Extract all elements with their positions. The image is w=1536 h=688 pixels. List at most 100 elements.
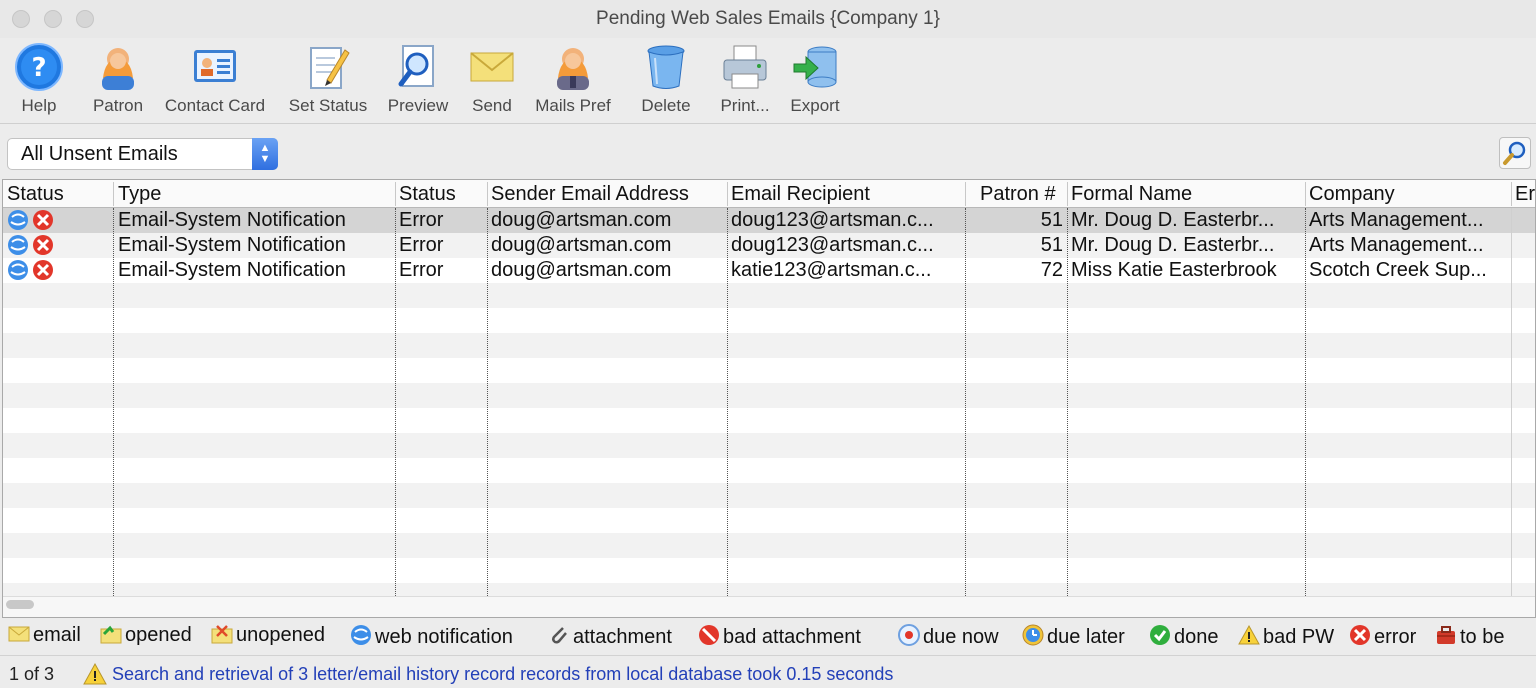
row-recipient: katie123@artsman.c... (731, 259, 932, 281)
help-label: Help (21, 96, 57, 115)
email-filter-select[interactable]: All Unsent Emails ▲ ▼ (7, 138, 278, 170)
export-label: Export (790, 96, 840, 115)
column-header-overflow[interactable]: Er (1515, 183, 1535, 206)
row-status: Error (399, 234, 444, 256)
legend-web-notification: web notification (350, 624, 513, 649)
send-button[interactable]: Send (466, 42, 518, 116)
preview-button[interactable]: Preview (385, 42, 451, 116)
toolbar: ? Help Patron Contact Card Set Status Pr… (0, 38, 1536, 124)
row-type: Email-System Notification (118, 209, 346, 231)
row-company: Arts Management... (1309, 209, 1484, 231)
export-icon (790, 42, 840, 92)
unopened-envelope-icon (211, 624, 233, 644)
column-header-status[interactable]: Status (399, 183, 456, 206)
legend-unopened: unopened (211, 624, 325, 647)
status-message: Search and retrieval of 3 letter/email h… (112, 664, 894, 684)
email-table[interactable]: Status Type Status Sender Email Address … (2, 179, 1536, 618)
magnifier-icon (1503, 141, 1526, 165)
warning-icon (83, 662, 107, 688)
print-label: Print... (720, 96, 770, 115)
table-header: Status Type Status Sender Email Address … (3, 180, 1535, 208)
row-recipient: doug123@artsman.c... (731, 209, 934, 231)
column-header-sender[interactable]: Sender Email Address (491, 183, 689, 206)
legend-to-be: to be (1435, 624, 1504, 649)
patron-button[interactable]: Patron (89, 42, 147, 116)
row-status-icons (7, 259, 59, 287)
svg-text:?: ? (31, 53, 46, 83)
empty-row (3, 533, 1535, 558)
patron-label: Patron (92, 96, 144, 115)
legend-attachment: attachment (548, 624, 672, 649)
row-status: Error (399, 259, 444, 281)
legend-opened: opened (100, 624, 192, 647)
help-button[interactable]: ? Help (12, 42, 66, 116)
clock-icon (1022, 624, 1044, 646)
globe-icon (350, 624, 371, 645)
set-status-button[interactable]: Set Status (284, 42, 372, 116)
preview-label: Preview (387, 96, 449, 115)
patron-icon (93, 42, 143, 92)
email-filter-value: All Unsent Emails (21, 143, 178, 165)
paperclip-icon (548, 624, 568, 644)
table-row[interactable]: Email-System Notification Error doug@art… (3, 208, 1535, 233)
table-row[interactable]: Email-System Notification Error doug@art… (3, 258, 1535, 283)
print-button[interactable]: Print... (716, 42, 774, 116)
row-formal-name: Mr. Doug D. Easterbr... (1071, 209, 1275, 231)
contact-card-button[interactable]: Contact Card (159, 42, 271, 116)
row-formal-name: Mr. Doug D. Easterbr... (1071, 234, 1275, 256)
export-button[interactable]: Export (786, 42, 844, 116)
legend-bar: email opened unopened web notification a… (0, 619, 1536, 653)
send-label: Send (472, 96, 512, 115)
column-header-company[interactable]: Company (1309, 183, 1395, 206)
row-patron-number: 72 (1040, 259, 1063, 281)
empty-row (3, 383, 1535, 408)
delete-label: Delete (641, 96, 691, 115)
set-status-label: Set Status (288, 96, 368, 115)
column-header-recipient[interactable]: Email Recipient (731, 183, 870, 206)
legend-due-now: due now (898, 624, 999, 649)
row-formal-name: Miss Katie Easterbrook (1071, 259, 1277, 281)
mails-pref-icon (548, 42, 598, 92)
row-sender: doug@artsman.com (491, 259, 672, 281)
legend-done: done (1149, 624, 1219, 649)
set-status-icon (303, 42, 353, 92)
window-title: Pending Web Sales Emails {Company 1} (596, 8, 940, 29)
send-icon (467, 42, 517, 92)
mails-pref-button[interactable]: Mails Pref (529, 42, 617, 116)
column-header-patron-number[interactable]: Patron # (980, 183, 1056, 206)
empty-row (3, 433, 1535, 458)
due-now-icon (898, 624, 920, 646)
error-icon (1349, 624, 1370, 645)
column-header-formal-name[interactable]: Formal Name (1071, 183, 1192, 206)
record-count: 1 of 3 (9, 664, 55, 684)
toolbox-icon (1435, 624, 1455, 644)
mails-pref-label: Mails Pref (535, 96, 611, 115)
row-patron-number: 51 (1040, 234, 1063, 256)
status-bar: 1 of 3 Search and retrieval of 3 letter/… (0, 655, 1536, 688)
empty-row (3, 333, 1535, 358)
contact-card-label: Contact Card (164, 96, 266, 115)
column-header-type[interactable]: Type (118, 183, 161, 206)
trash-icon (641, 42, 691, 92)
table-row[interactable]: Email-System Notification Error doug@art… (3, 233, 1535, 258)
row-status: Error (399, 209, 444, 231)
row-patron-number: 51 (1040, 209, 1063, 231)
delete-button[interactable]: Delete (637, 42, 695, 116)
warning-icon (1238, 624, 1260, 645)
legend-bad-attachment: bad attachment (698, 624, 861, 649)
printer-icon (720, 42, 770, 92)
contact-card-icon (190, 42, 240, 92)
row-company: Arts Management... (1309, 234, 1484, 256)
horizontal-scroll-thumb[interactable] (6, 600, 34, 609)
row-sender: doug@artsman.com (491, 234, 672, 256)
find-button[interactable] (1499, 137, 1531, 169)
row-type: Email-System Notification (118, 259, 346, 281)
envelope-icon (8, 624, 30, 644)
chevron-up-down-icon[interactable]: ▲ ▼ (252, 138, 278, 170)
column-header-status-icon[interactable]: Status (7, 183, 64, 206)
help-icon: ? (14, 42, 64, 92)
empty-row (3, 483, 1535, 508)
legend-due-later: due later (1022, 624, 1125, 649)
horizontal-scrollbar[interactable] (3, 596, 1535, 617)
row-sender: doug@artsman.com (491, 209, 672, 231)
